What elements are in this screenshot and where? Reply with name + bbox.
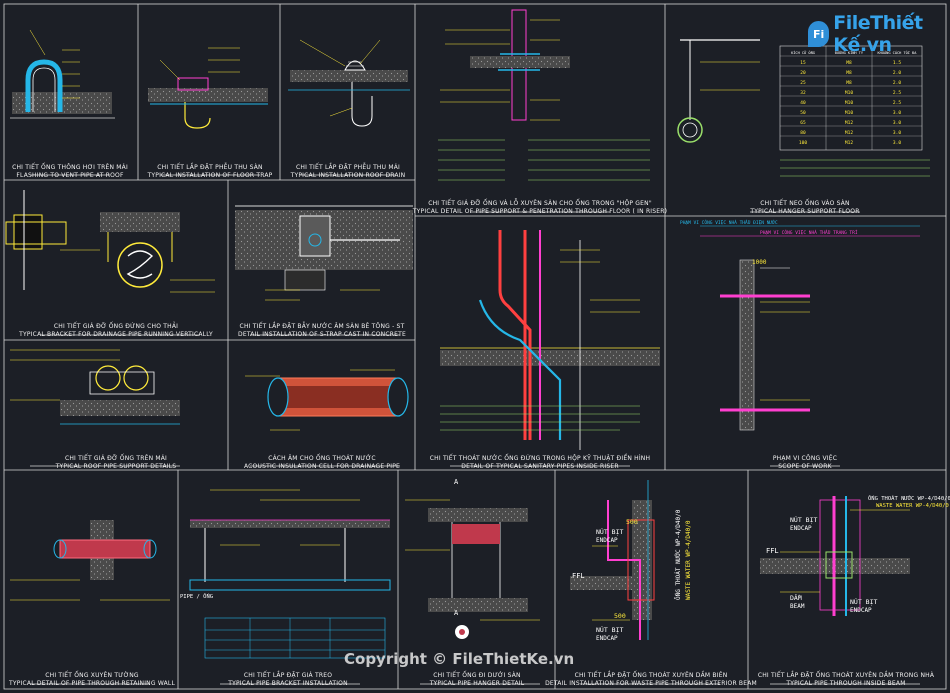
caption-p10: CHI TIẾT GIÁ ĐỠ ỐNG TRÊN MÁI TYPICAL ROOF… [55, 455, 177, 470]
caption-p2: CHI TIẾT LẮP ĐẶT PHỄU THU SÀN TYPICAL INS… [147, 164, 273, 179]
cad-drawing-sheet: KÍCH CỠ ỐNG ĐƯỜNG KÍNH TY KHOẢNG CÁCH TỐI … [0, 0, 950, 693]
scope-contractor-label: PHẠM VI CÔNG VIỆC NHÀ THẦU ĐIỆN NƯỚC [680, 218, 778, 226]
ong-thoat-nuoc-vertical-label: ỐNG THOÁT NƯỚC WP-4/D40/0 [675, 509, 682, 600]
table-cell: 3.0 [893, 120, 901, 126]
detail-sanitary-riser [440, 230, 660, 450]
table-cell: 65 [800, 120, 806, 126]
beam-label: BEAM [790, 603, 805, 610]
detail-acoustic-insulation [245, 369, 409, 431]
ffl-label-2: FFL [766, 547, 779, 555]
table-cell: 2.5 [893, 90, 901, 96]
table-cell: 32 [800, 90, 806, 96]
caption-p11: CÁCH ÂM CHO ỐNG THOÁT NƯỚC ACOUSTIC INSUL… [243, 455, 401, 470]
detail-scope-of-work [700, 225, 920, 431]
detail-vent-pipe-roof [10, 29, 115, 119]
cad-drawing-canvas: KÍCH CỠ ỐNG ĐƯỜNG KÍNH TY KHOẢNG CÁCH TỐI … [3, 3, 950, 690]
table-cell: 3.0 [893, 130, 901, 136]
table-cell: M10 [845, 100, 853, 106]
nut-bit-label-3: NÚT BỊT [850, 597, 877, 606]
detail-vertical-bracket [5, 190, 215, 293]
dim-1000-label: 1000 [752, 259, 767, 266]
ong-thoat-nuoc-label: ỐNG THOÁT NƯỚC WP-4/D40/0 [868, 495, 950, 502]
detail-roof-pipe-support [10, 349, 180, 425]
pipe-label: PIPE / ỐNG [180, 593, 213, 600]
table-cell: 40 [800, 100, 806, 106]
caption-p3: CHI TIẾT LẮP ĐẶT PHỄU THU MÁI TYPICAL INS… [290, 164, 406, 179]
table-cell: M12 [845, 140, 853, 146]
caption-p15: CHI TIẾT LẮP ĐẶT ỐNG THOÁT XUYÊN DẦM BIÊ… [545, 672, 757, 687]
panel-frame-grid [3, 3, 947, 690]
detail-pipe-bracket-installation [189, 489, 391, 591]
detail-s-trap [235, 205, 413, 301]
table-cell: 25 [800, 80, 806, 86]
table-cell: 20 [800, 70, 806, 76]
caption-p14: CHI TIẾT ỐNG ĐI DƯỚI SÀN TYPICAL PIPE HAN… [429, 672, 525, 687]
section-marker-a: A [454, 478, 459, 486]
ffl-label: FFL [572, 572, 585, 580]
detail-pipe-hanger [405, 499, 540, 639]
table-cell: M8 [846, 80, 852, 86]
dim-500-label-2: 500 [614, 612, 626, 620]
detail-inside-beam [760, 496, 910, 616]
endcap-label-3: ENDCAP [850, 607, 872, 614]
caption-p5: CHI TIẾT NEO ỐNG VÀO SÀN TYPICAL HANGER S… [750, 200, 860, 215]
hanger-spacing-table: KÍCH CỠ ỐNG ĐƯỜNG KÍNH TY KHOẢNG CÁCH TỐI … [779, 45, 923, 151]
caption-p7: CHI TIẾT LẮP ĐẶT BẪY NƯỚC ÂM SÀN BÊ TÔNG… [238, 323, 406, 338]
endcap-label-2: ENDCAP [790, 525, 812, 532]
table-cell: M8 [846, 70, 852, 76]
waste-water-vertical-label: WASTE WATER WP-4/D40/0 [685, 520, 692, 600]
endcap-label-4: ENDCAP [596, 635, 618, 642]
detail-floor-trap [148, 47, 268, 129]
table-cell: 3.0 [893, 140, 901, 146]
copyright-watermark: Copyright © FileThietKe.vn [344, 650, 575, 668]
dim-500-label: 500 [626, 518, 638, 526]
caption-p4: CHI TIẾT GIÁ ĐỠ ỐNG VÀ LỖ XUYÊN SÀN CHO … [412, 200, 668, 215]
table-cell: M12 [845, 120, 853, 126]
detail-exterior-beam [570, 480, 655, 640]
logo-badge-icon: Fi [808, 21, 830, 47]
waste-water-label: WASTE WATER WP-4/D40/0 [876, 503, 949, 509]
caption-p8: CHI TIẾT THOÁT NƯỚC ỐNG ĐỨNG TRONG HỘP K… [429, 455, 651, 470]
scope-decor-label: PHẠM VI CÔNG VIỆC NHÀ THẦU TRANG TRÍ [760, 228, 858, 236]
endcap-label: ENDCAP [596, 537, 618, 544]
table-cell: 2.0 [893, 80, 901, 86]
table-cell: 80 [800, 130, 806, 136]
caption-p12: CHI TIẾT ỐNG XUYÊN TƯỜNG TYPICAL DETAIL O… [8, 672, 176, 687]
table-cell: 100 [799, 140, 807, 146]
table-cell: 15 [800, 60, 806, 66]
detail-roof-drain [288, 39, 410, 127]
table-cell: M8 [846, 60, 852, 66]
detail-pipe-through-wall [10, 520, 170, 601]
dam-label: DẦM [790, 593, 802, 602]
table-cell: M10 [845, 110, 853, 116]
caption-p16: CHI TIẾT LẮP ĐẶT ỐNG THOÁT XUYÊN DẦM TRO… [757, 672, 935, 687]
table-cell: 3.0 [893, 110, 901, 116]
caption-p1: CHI TIẾT ỐNG THÔNG HƠI TRÊN MÁI FLASHING … [12, 164, 128, 179]
logo-name: FileThiết Kế.vn [833, 12, 923, 56]
site-logo: Fi FileThiết Kế.vn [808, 12, 950, 56]
nut-bit-label-4: NÚT BỊT [596, 625, 623, 634]
table-cell: 1.5 [893, 60, 901, 66]
caption-p13: CHI TIẾT LẮP ĐẶT GIÁ TREO TYPICAL PIPE BR… [228, 672, 348, 687]
table-cell: M10 [845, 90, 853, 96]
nut-bit-label: NÚT BỊT [596, 527, 623, 536]
detail-riser-pipe-support [438, 9, 650, 181]
caption-p9: PHẠM VI CÔNG VIỆC SCOPE OF WORK [772, 455, 838, 470]
caption-p6: CHI TIẾT GIÁ ĐỠ ỐNG ĐỨNG CHO THẢI TYPICAL… [19, 323, 213, 338]
table-cell: M12 [845, 130, 853, 136]
nut-bit-label-2: NÚT BỊT [790, 515, 817, 524]
table-cell: 2.0 [893, 70, 901, 76]
table-cell: 50 [800, 110, 806, 116]
table-cell: 2.5 [893, 100, 901, 106]
